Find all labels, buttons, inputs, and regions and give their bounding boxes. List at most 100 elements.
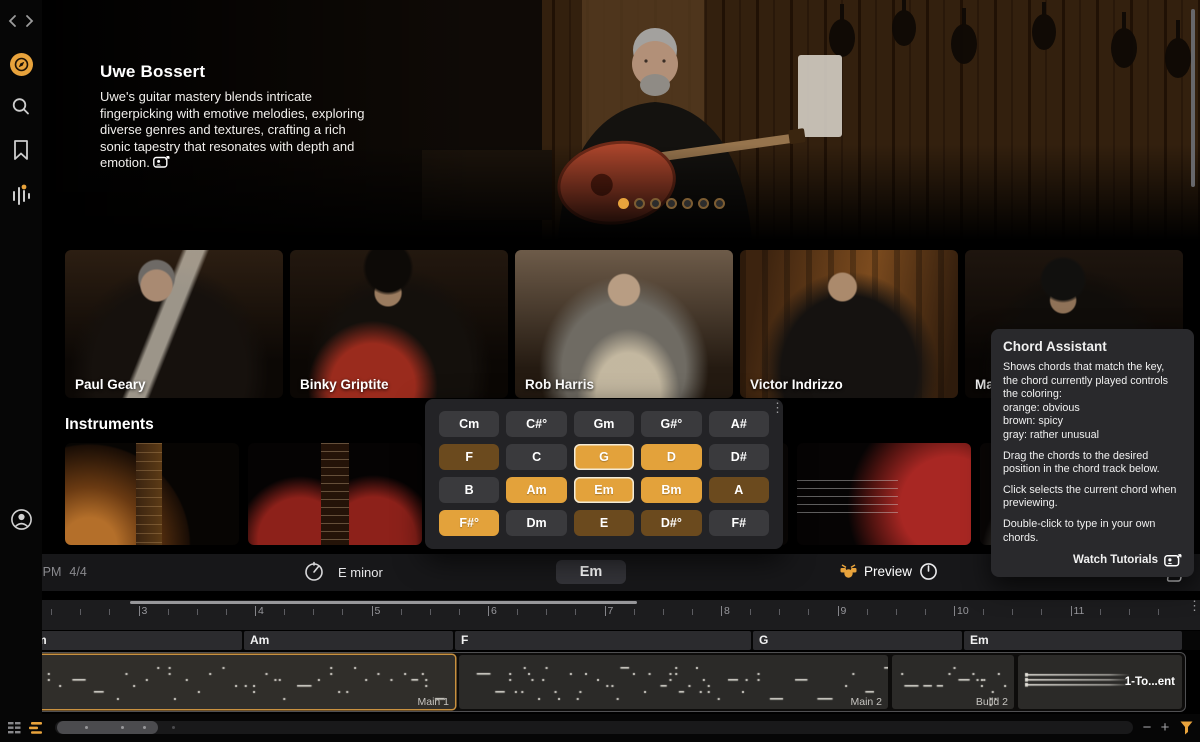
chord-chip-Dm[interactable]: Dm <box>506 510 566 536</box>
bar-number: 6 <box>491 605 497 617</box>
chord-chip-D#[interactable]: D# <box>709 444 769 470</box>
chord-chip-B[interactable]: B <box>439 477 499 503</box>
artist-card-name: Victor Indrizzo <box>750 377 843 392</box>
beat-tick <box>168 609 169 615</box>
cycle-range[interactable] <box>130 601 637 604</box>
chord-segment-F[interactable]: F <box>455 631 751 650</box>
time-signature: 4/4 <box>69 565 86 579</box>
chord-segment-Am[interactable]: Am <box>244 631 453 650</box>
bar-tick <box>488 606 489 616</box>
chord-segment-Em[interactable]: Em <box>22 631 242 650</box>
carousel-dot[interactable] <box>618 198 629 209</box>
artist-hero: Uwe Bossert Uwe's guitar mastery blends … <box>42 0 1200 240</box>
chord-chip-G[interactable]: G <box>574 444 634 470</box>
chord-chip-Em[interactable]: Em <box>574 477 634 503</box>
scroll-marker <box>121 726 124 729</box>
bar-tick <box>139 606 140 616</box>
carousel-dot[interactable] <box>682 198 693 209</box>
beat-tick <box>430 609 431 615</box>
chord-chip-F#°[interactable]: F#° <box>439 510 499 536</box>
instrument-card[interactable] <box>65 443 239 545</box>
chord-track: Chords EmAmFGEm <box>0 631 1200 650</box>
chord-chip-F#[interactable]: F# <box>709 510 769 536</box>
video-badge-icon[interactable] <box>153 156 170 168</box>
carousel-dot[interactable] <box>666 198 677 209</box>
chord-chip-Bm[interactable]: Bm <box>641 477 701 503</box>
key-display[interactable]: E minor <box>338 565 383 580</box>
beat-tick <box>401 609 402 615</box>
bar-ruler[interactable]: ⋮ 234567891011 <box>0 600 1200 630</box>
region-name: Main 2 <box>850 696 882 708</box>
preview-drums-icon <box>840 564 857 579</box>
carousel-dot[interactable] <box>634 198 645 209</box>
bar-tick <box>255 606 256 616</box>
current-chord-button[interactable]: Em <box>556 560 626 584</box>
horizontal-scrollbar[interactable] <box>55 721 1133 734</box>
scroll-marker <box>172 726 175 729</box>
list-view-icon[interactable] <box>29 722 43 734</box>
session-player-window: Uwe Bossert Uwe's guitar mastery blends … <box>0 0 1200 742</box>
chord-segment-G[interactable]: G <box>753 631 962 650</box>
account-person-icon[interactable] <box>0 508 42 531</box>
bar-number: 7 <box>608 605 614 617</box>
chord-segment-Em[interactable]: Em <box>964 631 1182 650</box>
artist-title: Uwe Bossert <box>100 62 205 82</box>
chord-assistant-intro: Shows chords that match the key, the cho… <box>1003 361 1182 402</box>
artist-card[interactable]: Binky Griptite <box>290 250 508 398</box>
catch-funnel-icon[interactable] <box>1179 720 1194 735</box>
library-levels-icon[interactable] <box>0 183 42 207</box>
carousel-dot[interactable] <box>698 198 709 209</box>
region-Main-1[interactable]: Main 1 <box>22 655 455 709</box>
count-in-clock-icon[interactable] <box>919 562 938 581</box>
region-1-To-ent[interactable]: 1-To...ent <box>1018 655 1182 709</box>
beat-tick <box>750 609 751 615</box>
chord-chip-G#°[interactable]: G#° <box>641 411 701 437</box>
chord-chip-E[interactable]: E <box>574 510 634 536</box>
scrollbar-thumb[interactable] <box>57 721 158 734</box>
beat-tick <box>925 609 926 615</box>
carousel-dot[interactable] <box>650 198 661 209</box>
chord-chip-C#°[interactable]: C#° <box>506 411 566 437</box>
chord-chip-Gm[interactable]: Gm <box>574 411 634 437</box>
chord-chip-C[interactable]: C <box>506 444 566 470</box>
chord-chip-A#[interactable]: A# <box>709 411 769 437</box>
discover-compass-icon[interactable] <box>10 53 33 76</box>
artist-card[interactable]: Rob Harris <box>515 250 733 398</box>
beat-tick <box>459 609 460 615</box>
watch-tutorials-link[interactable]: Watch Tutorials <box>1073 554 1158 568</box>
search-icon[interactable] <box>0 96 42 118</box>
nav-back-icon[interactable] <box>0 14 42 28</box>
chord-chip-D[interactable]: D <box>641 444 701 470</box>
carousel-dot[interactable] <box>714 198 725 209</box>
region-Main-2[interactable]: Main 2 <box>459 655 888 709</box>
chord-chip-Am[interactable]: Am <box>506 477 566 503</box>
metronome-icon[interactable] <box>303 561 325 583</box>
beat-tick <box>634 609 635 615</box>
beat-tick <box>692 609 693 615</box>
chord-chip-F[interactable]: F <box>439 444 499 470</box>
beat-tick <box>575 609 576 615</box>
chord-chip-A[interactable]: A <box>709 477 769 503</box>
ruler-more-options-icon[interactable]: ⋮ <box>1188 603 1196 608</box>
instrument-card[interactable] <box>248 443 422 545</box>
video-badge-icon[interactable] <box>1164 554 1182 567</box>
chord-assistant-panel: Chord Assistant Shows chords that match … <box>991 329 1194 577</box>
zoom-out-button[interactable]: − <box>1140 719 1154 737</box>
bar-tick <box>954 606 955 616</box>
beat-tick <box>663 609 664 615</box>
region-Build-2[interactable]: Build 2 <box>892 655 1014 709</box>
chord-chip-Cm[interactable]: Cm <box>439 411 499 437</box>
instrument-card[interactable] <box>797 443 971 545</box>
artist-card[interactable]: Paul Geary <box>65 250 283 398</box>
bookmark-icon[interactable] <box>0 139 42 161</box>
grid-view-icon[interactable] <box>8 722 21 734</box>
vertical-scrollbar[interactable] <box>1191 9 1195 187</box>
legend-orange: orange: obvious <box>1003 402 1182 416</box>
chord-chip-D#°[interactable]: D#° <box>641 510 701 536</box>
artist-card[interactable]: Victor Indrizzo <box>740 250 958 398</box>
zoom-in-button[interactable]: + <box>1158 719 1172 737</box>
palette-more-options-icon[interactable]: ⋮ <box>771 405 779 410</box>
beat-tick <box>109 609 110 615</box>
region-notes <box>459 655 888 709</box>
preview-button[interactable]: Preview <box>840 562 938 581</box>
